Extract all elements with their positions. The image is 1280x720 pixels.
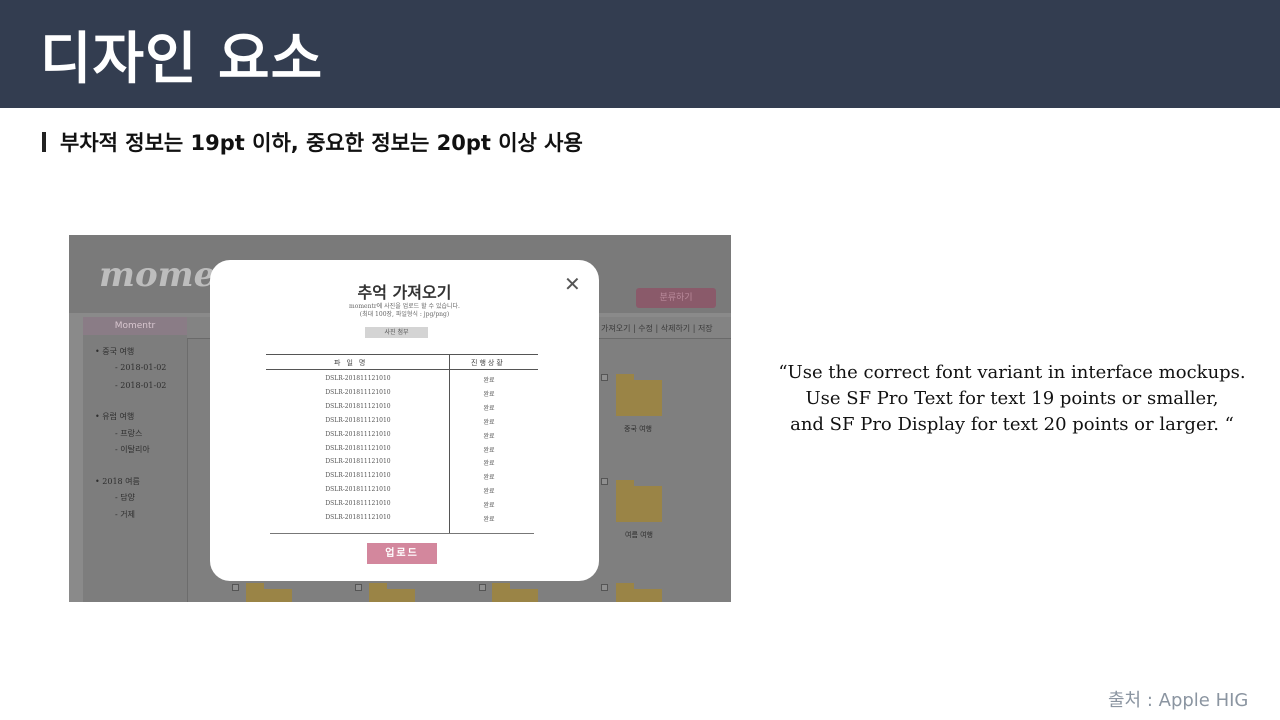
quote-line: Use SF Pro Text for text 19 points or sm…: [805, 388, 1219, 409]
column-divider: [449, 354, 450, 534]
table-row-file: DSLR-201811121010: [325, 514, 391, 521]
modal-description-line: momentr에 사진을 업로드 할 수 있습니다.: [349, 303, 460, 310]
table-row-file: DSLR-201811121010: [325, 402, 391, 410]
folder-icon[interactable]: [492, 583, 538, 602]
table-row-file: DSLR-201811121010: [325, 458, 391, 466]
folder-checkbox[interactable]: [601, 584, 608, 591]
table-row-status: 완료: [483, 516, 495, 523]
table-row-status: 완료: [483, 460, 495, 468]
quote-line: “Use the correct font variant in interfa…: [778, 362, 1246, 383]
close-icon[interactable]: ✕: [564, 274, 581, 294]
table-bottom-border: [270, 533, 534, 534]
folder-checkbox[interactable]: [601, 374, 608, 381]
modal-title: 추억 가져오기: [357, 283, 452, 302]
folder-icon[interactable]: [616, 374, 662, 416]
table-row-status: 완료: [483, 446, 495, 454]
sidebar-item[interactable]: • 유럽 여행: [95, 411, 134, 422]
table-row-file: DSLR-201811121010: [325, 388, 391, 396]
mockup-toolbar-actions[interactable]: 가져오기 | 수정 | 삭제하기 | 저장: [601, 323, 713, 334]
table-row-file: DSLR-201811121010: [325, 416, 391, 424]
folder-checkbox[interactable]: [355, 584, 362, 591]
modal-description: momentr에 사진을 업로드 할 수 있습니다. (최대 100장, 파일형…: [210, 303, 599, 319]
hig-quote: “Use the correct font variant in interfa…: [752, 360, 1272, 438]
sidebar-item[interactable]: - 거제: [115, 509, 135, 520]
table-row-status: 완료: [483, 488, 495, 496]
sidebar-item[interactable]: - 프랑스: [115, 428, 142, 439]
folder-label: 중국 여행: [624, 425, 652, 433]
app-mockup-screenshot: momentr 분류하기 Momentr • 중국 여행 - 2018-01-0…: [69, 235, 731, 602]
column-header-status: 진행상황: [471, 359, 505, 367]
table-row-status: 완료: [483, 404, 495, 412]
table-row-status: 완료: [483, 377, 495, 384]
upload-file-table: 파일명 진행상황 DSLR-201811121010 완료 DSLR-2018111…: [266, 354, 538, 536]
table-row-file: DSLR-201811121010: [325, 444, 391, 452]
source-citation: 출처 : Apple HIG: [1108, 690, 1249, 711]
table-row-file: DSLR-201811121010: [325, 472, 391, 480]
table-row-file: DSLR-201811121010: [325, 486, 391, 494]
table-row-file: DSLR-201811121010: [325, 430, 391, 438]
folder-label: 여름 여행: [625, 531, 653, 539]
sidebar-item[interactable]: - 이탈리아: [115, 444, 150, 455]
folder-icon[interactable]: [616, 583, 662, 602]
upload-button[interactable]: 업로드: [367, 543, 437, 564]
modal-description-line: (최대 100장, 파일형식 : jpg/png): [359, 311, 450, 318]
quote-line: and SF Pro Display for text 20 points or…: [790, 414, 1234, 435]
table-row-file: DSLR-201811121010: [325, 500, 391, 508]
subtitle-marker: [42, 132, 46, 152]
folder-icon[interactable]: [246, 583, 292, 602]
folder-checkbox[interactable]: [601, 478, 608, 485]
sidebar-item[interactable]: - 담양: [115, 492, 135, 503]
table-row-status: 완료: [483, 390, 495, 398]
subtitle: 부차적 정보는 19pt 이하, 중요한 정보는 20pt 이상 사용: [42, 128, 583, 156]
mockup-sidebar: [83, 317, 187, 602]
table-header: 파일명 진행상황: [266, 354, 538, 370]
table-row-status: 완료: [483, 474, 495, 482]
sidebar-item[interactable]: - 2018-01-02: [115, 381, 166, 390]
title-bar: 디자인 요소: [0, 0, 1280, 108]
table-row-status: 완료: [483, 502, 495, 510]
table-row-file: DSLR-201811121010: [325, 375, 391, 382]
sidebar-item[interactable]: • 2018 여름: [95, 476, 140, 487]
table-row-status: 완료: [483, 418, 495, 426]
folder-icon[interactable]: [369, 583, 415, 602]
attach-photo-button[interactable]: 사진 첨부: [365, 327, 428, 338]
folder-icon[interactable]: [616, 480, 662, 522]
slide-title: 디자인 요소: [40, 27, 324, 92]
table-row-status: 완료: [483, 432, 495, 440]
mockup-classify-button[interactable]: 분류하기: [636, 288, 716, 308]
mockup-sidebar-header: Momentr: [83, 317, 187, 335]
column-header-file: 파일명: [334, 359, 372, 367]
sidebar-item[interactable]: • 중국 여행: [95, 346, 134, 357]
sidebar-item[interactable]: - 2018-01-02: [115, 363, 166, 372]
subtitle-text: 부차적 정보는 19pt 이하, 중요한 정보는 20pt 이상 사용: [60, 131, 583, 155]
import-memories-modal: 추억 가져오기 ✕ momentr에 사진을 업로드 할 수 있습니다. (최대…: [210, 260, 599, 581]
folder-checkbox[interactable]: [479, 584, 486, 591]
folder-checkbox[interactable]: [232, 584, 239, 591]
